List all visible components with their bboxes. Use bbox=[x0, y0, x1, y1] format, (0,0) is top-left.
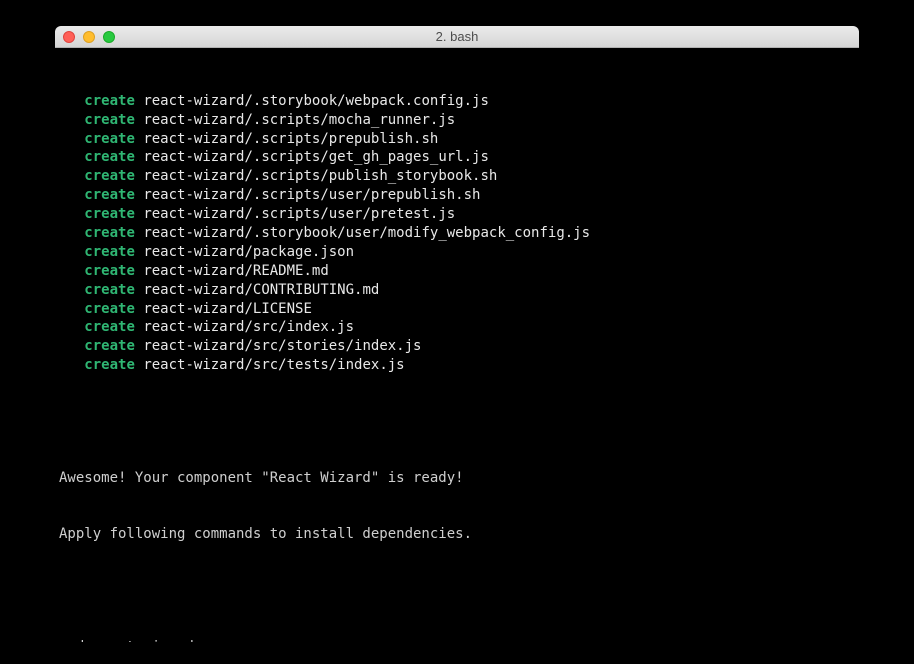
create-file-line: create react-wizard/.scripts/prepublish.… bbox=[59, 130, 855, 149]
create-file-line: create react-wizard/.scripts/user/pretes… bbox=[59, 205, 855, 224]
terminal-body[interactable]: create react-wizard/.storybook/webpack.c… bbox=[55, 48, 859, 642]
create-file-line: create react-wizard/src/index.js bbox=[59, 318, 855, 337]
create-file-line: create react-wizard/package.json bbox=[59, 243, 855, 262]
terminal-window: 2. bash create react-wizard/.storybook/w… bbox=[55, 26, 859, 642]
create-label: create bbox=[84, 319, 135, 335]
title-bar: 2. bash bbox=[55, 26, 859, 48]
file-path: react-wizard/.storybook/webpack.config.j… bbox=[143, 93, 489, 109]
create-file-line: create react-wizard/README.md bbox=[59, 262, 855, 281]
create-label: create bbox=[84, 301, 135, 317]
file-path: react-wizard/LICENSE bbox=[143, 301, 312, 317]
create-file-line: create react-wizard/src/stories/index.js bbox=[59, 337, 855, 356]
create-label: create bbox=[84, 244, 135, 260]
file-path: react-wizard/.scripts/get_gh_pages_url.j… bbox=[143, 149, 489, 165]
create-file-line: create react-wizard/.scripts/mocha_runne… bbox=[59, 111, 855, 130]
create-label: create bbox=[84, 338, 135, 354]
success-message-1: Awesome! Your component "React Wizard" i… bbox=[59, 469, 855, 488]
minimize-button[interactable] bbox=[83, 31, 95, 43]
file-path: react-wizard/README.md bbox=[143, 263, 328, 279]
create-label: create bbox=[84, 168, 135, 184]
create-file-line: create react-wizard/.storybook/user/modi… bbox=[59, 224, 855, 243]
file-path: react-wizard/.scripts/mocha_runner.js bbox=[143, 112, 455, 128]
file-path: react-wizard/src/stories/index.js bbox=[143, 338, 421, 354]
create-label: create bbox=[84, 206, 135, 222]
create-file-line: create react-wizard/LICENSE bbox=[59, 300, 855, 319]
create-file-line: create react-wizard/CONTRIBUTING.md bbox=[59, 281, 855, 300]
file-path: react-wizard/.scripts/user/pretest.js bbox=[143, 206, 455, 222]
file-path: react-wizard/src/index.js bbox=[143, 319, 354, 335]
create-label: create bbox=[84, 263, 135, 279]
maximize-button[interactable] bbox=[103, 31, 115, 43]
create-label: create bbox=[84, 282, 135, 298]
create-label: create bbox=[84, 149, 135, 165]
window-title: 2. bash bbox=[55, 29, 859, 44]
create-file-line: create react-wizard/.scripts/get_gh_page… bbox=[59, 148, 855, 167]
command-cd: cd react-wizard bbox=[59, 638, 855, 642]
file-path: react-wizard/.storybook/user/modify_webp… bbox=[143, 225, 590, 241]
file-path: react-wizard/package.json bbox=[143, 244, 354, 260]
create-label: create bbox=[84, 187, 135, 203]
blank-line bbox=[59, 582, 855, 600]
create-file-line: create react-wizard/.scripts/user/prepub… bbox=[59, 186, 855, 205]
file-path: react-wizard/.scripts/publish_storybook.… bbox=[143, 168, 497, 184]
create-label: create bbox=[84, 131, 135, 147]
success-message-2: Apply following commands to install depe… bbox=[59, 525, 855, 544]
file-path: react-wizard/src/tests/index.js bbox=[143, 357, 404, 373]
close-button[interactable] bbox=[63, 31, 75, 43]
create-label: create bbox=[84, 357, 135, 373]
create-label: create bbox=[84, 93, 135, 109]
create-file-line: create react-wizard/.storybook/webpack.c… bbox=[59, 92, 855, 111]
file-path: react-wizard/CONTRIBUTING.md bbox=[143, 282, 379, 298]
create-label: create bbox=[84, 112, 135, 128]
create-file-line: create react-wizard/.scripts/publish_sto… bbox=[59, 167, 855, 186]
create-label: create bbox=[84, 225, 135, 241]
file-path: react-wizard/.scripts/prepublish.sh bbox=[143, 131, 438, 147]
file-path: react-wizard/.scripts/user/prepublish.sh bbox=[143, 187, 480, 203]
traffic-lights bbox=[63, 31, 115, 43]
blank-line bbox=[59, 413, 855, 431]
create-file-line: create react-wizard/src/tests/index.js bbox=[59, 356, 855, 375]
